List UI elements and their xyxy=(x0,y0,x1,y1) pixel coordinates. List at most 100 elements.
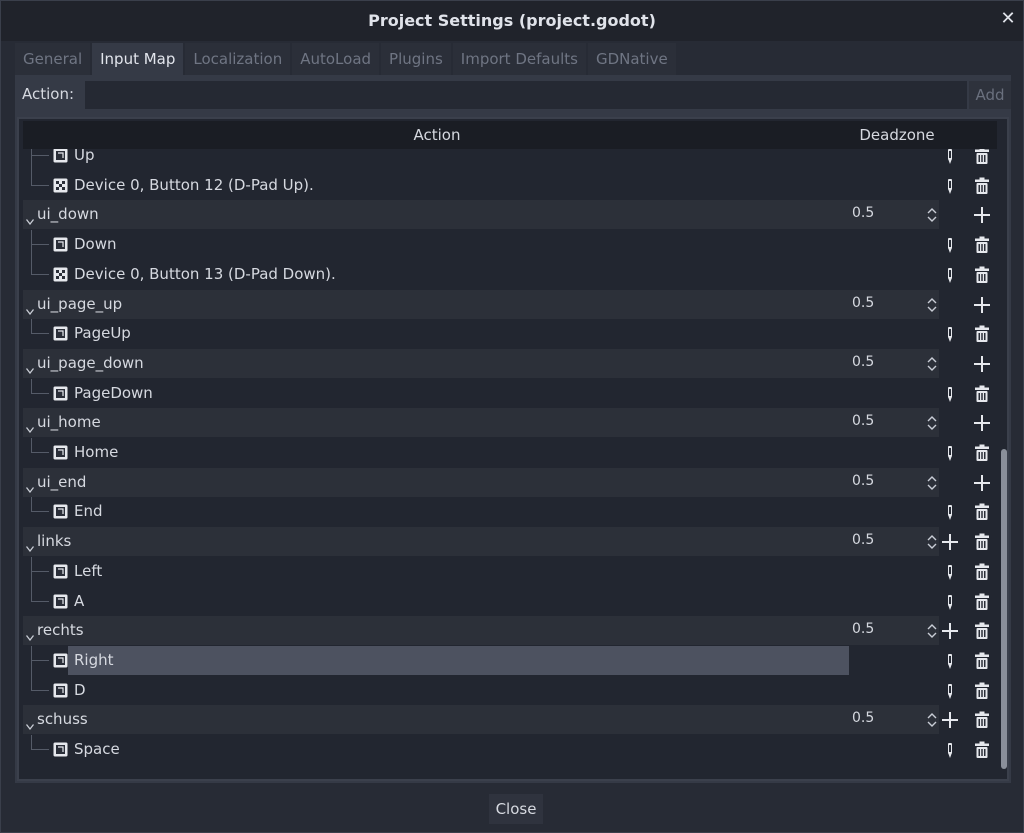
plus-icon[interactable] xyxy=(973,206,991,224)
event-row[interactable]: Space xyxy=(23,735,1007,764)
trash-icon[interactable] xyxy=(973,622,991,640)
event-row[interactable]: D xyxy=(23,675,1007,705)
tab-gdnative[interactable]: GDNative xyxy=(587,43,676,75)
deadzone-value[interactable]: 0.5 xyxy=(852,710,874,726)
spin-updown-icon[interactable] xyxy=(927,624,937,639)
tab-import-defaults[interactable]: Import Defaults xyxy=(452,43,586,75)
trash-icon[interactable] xyxy=(973,385,991,403)
plus-icon[interactable] xyxy=(973,474,991,492)
spin-updown-icon[interactable] xyxy=(927,475,937,490)
trash-icon[interactable] xyxy=(973,711,991,729)
action-tree[interactable]: Up Device 0, Button 12 (D-Pad Up). ui_down… xyxy=(17,117,1009,781)
deadzone-value[interactable]: 0.5 xyxy=(852,413,874,429)
trash-icon[interactable] xyxy=(973,147,991,165)
action-row-ui-page-up[interactable]: ui_page_up 0.5 xyxy=(23,289,1007,319)
action-name: ui_page_down xyxy=(37,353,144,372)
action-row-schuss[interactable]: schuss 0.5 xyxy=(23,705,1007,735)
tree-scrollbar[interactable] xyxy=(1001,449,1007,769)
spin-updown-icon[interactable] xyxy=(927,297,937,312)
edit-icon[interactable] xyxy=(941,503,959,521)
chevron-down-icon[interactable] xyxy=(25,538,35,553)
tree-connector xyxy=(31,600,49,602)
event-row[interactable]: Home xyxy=(23,438,1007,467)
trash-icon[interactable] xyxy=(973,444,991,462)
tab-general[interactable]: General xyxy=(15,43,91,75)
trash-icon[interactable] xyxy=(973,266,991,284)
action-row-rechts[interactable]: rechts 0.5 xyxy=(23,616,1007,646)
action-row-ui-page-down[interactable]: ui_page_down 0.5 xyxy=(23,348,1007,378)
trash-icon[interactable] xyxy=(973,741,991,759)
trash-icon[interactable] xyxy=(973,682,991,700)
trash-icon[interactable] xyxy=(973,236,991,254)
add-action-button[interactable]: Add xyxy=(969,81,1011,109)
event-row[interactable]: PageDown xyxy=(23,378,1007,408)
tree-connector xyxy=(31,392,49,394)
plus-icon[interactable] xyxy=(941,533,959,551)
edit-icon[interactable] xyxy=(941,325,959,343)
event-row[interactable]: Device 0, Button 13 (D-Pad Down). xyxy=(23,259,1007,289)
tree-connector xyxy=(31,511,49,513)
trash-icon[interactable] xyxy=(973,563,991,581)
event-row[interactable]: Device 0, Button 12 (D-Pad Up). xyxy=(23,170,1007,200)
event-row[interactable]: Right xyxy=(23,645,1007,676)
plus-icon[interactable] xyxy=(973,355,991,373)
deadzone-value[interactable]: 0.5 xyxy=(852,354,874,370)
action-row-ui-end[interactable]: ui_end 0.5 xyxy=(23,467,1007,497)
trash-icon[interactable] xyxy=(973,652,991,670)
plus-icon[interactable] xyxy=(941,711,959,729)
tab-autoload[interactable]: AutoLoad xyxy=(292,43,380,75)
plus-icon[interactable] xyxy=(973,296,991,314)
trash-icon[interactable] xyxy=(973,593,991,611)
spin-updown-icon[interactable] xyxy=(927,416,937,431)
tab-localization[interactable]: Localization xyxy=(185,43,291,75)
deadzone-value[interactable]: 0.5 xyxy=(852,205,874,221)
action-row-ui-down[interactable]: ui_down 0.5 xyxy=(23,200,1007,230)
deadzone-value[interactable]: 0.5 xyxy=(852,621,874,637)
chevron-down-icon[interactable] xyxy=(25,479,35,493)
chevron-down-icon[interactable] xyxy=(25,301,35,315)
tree-connector xyxy=(31,570,49,572)
chevron-down-icon[interactable] xyxy=(25,211,35,226)
edit-icon[interactable] xyxy=(941,236,959,254)
edit-icon[interactable] xyxy=(941,444,959,462)
deadzone-value[interactable]: 0.5 xyxy=(852,532,874,548)
trash-icon[interactable] xyxy=(973,533,991,551)
close-icon[interactable]: ✕ xyxy=(999,9,1017,29)
close-button[interactable]: Close xyxy=(489,794,543,824)
chevron-down-icon[interactable] xyxy=(25,360,35,374)
edit-icon[interactable] xyxy=(941,385,959,403)
edit-icon[interactable] xyxy=(941,266,959,284)
plus-icon[interactable] xyxy=(973,414,991,432)
plus-icon[interactable] xyxy=(941,622,959,640)
chevron-down-icon[interactable] xyxy=(25,716,35,731)
deadzone-value[interactable]: 0.5 xyxy=(852,473,874,489)
edit-icon[interactable] xyxy=(941,563,959,581)
event-row[interactable]: PageUp xyxy=(23,319,1007,348)
edit-icon[interactable] xyxy=(941,177,959,195)
spin-updown-icon[interactable] xyxy=(927,356,937,371)
spin-updown-icon[interactable] xyxy=(927,713,937,728)
event-row[interactable]: Down xyxy=(23,230,1007,261)
chevron-down-icon[interactable] xyxy=(25,627,35,642)
event-row[interactable]: A xyxy=(23,586,1007,616)
spin-updown-icon[interactable] xyxy=(927,535,937,550)
event-row[interactable]: End xyxy=(23,497,1007,526)
edit-icon[interactable] xyxy=(941,652,959,670)
trash-icon[interactable] xyxy=(973,503,991,521)
action-name: ui_home xyxy=(37,413,101,432)
edit-icon[interactable] xyxy=(941,593,959,611)
tab-plugins[interactable]: Plugins xyxy=(381,43,451,75)
edit-icon[interactable] xyxy=(941,741,959,759)
event-row[interactable]: Left xyxy=(23,556,1007,587)
deadzone-value[interactable]: 0.5 xyxy=(852,295,874,311)
tab-input-map[interactable]: Input Map xyxy=(92,43,184,75)
action-row-ui-home[interactable]: ui_home 0.5 xyxy=(23,408,1007,438)
trash-icon[interactable] xyxy=(973,325,991,343)
edit-icon[interactable] xyxy=(941,682,959,700)
edit-icon[interactable] xyxy=(941,147,959,165)
chevron-down-icon[interactable] xyxy=(25,419,35,434)
action-name-input[interactable] xyxy=(85,81,967,109)
action-row-links[interactable]: links 0.5 xyxy=(23,527,1007,557)
trash-icon[interactable] xyxy=(973,177,991,195)
spin-updown-icon[interactable] xyxy=(927,208,937,223)
